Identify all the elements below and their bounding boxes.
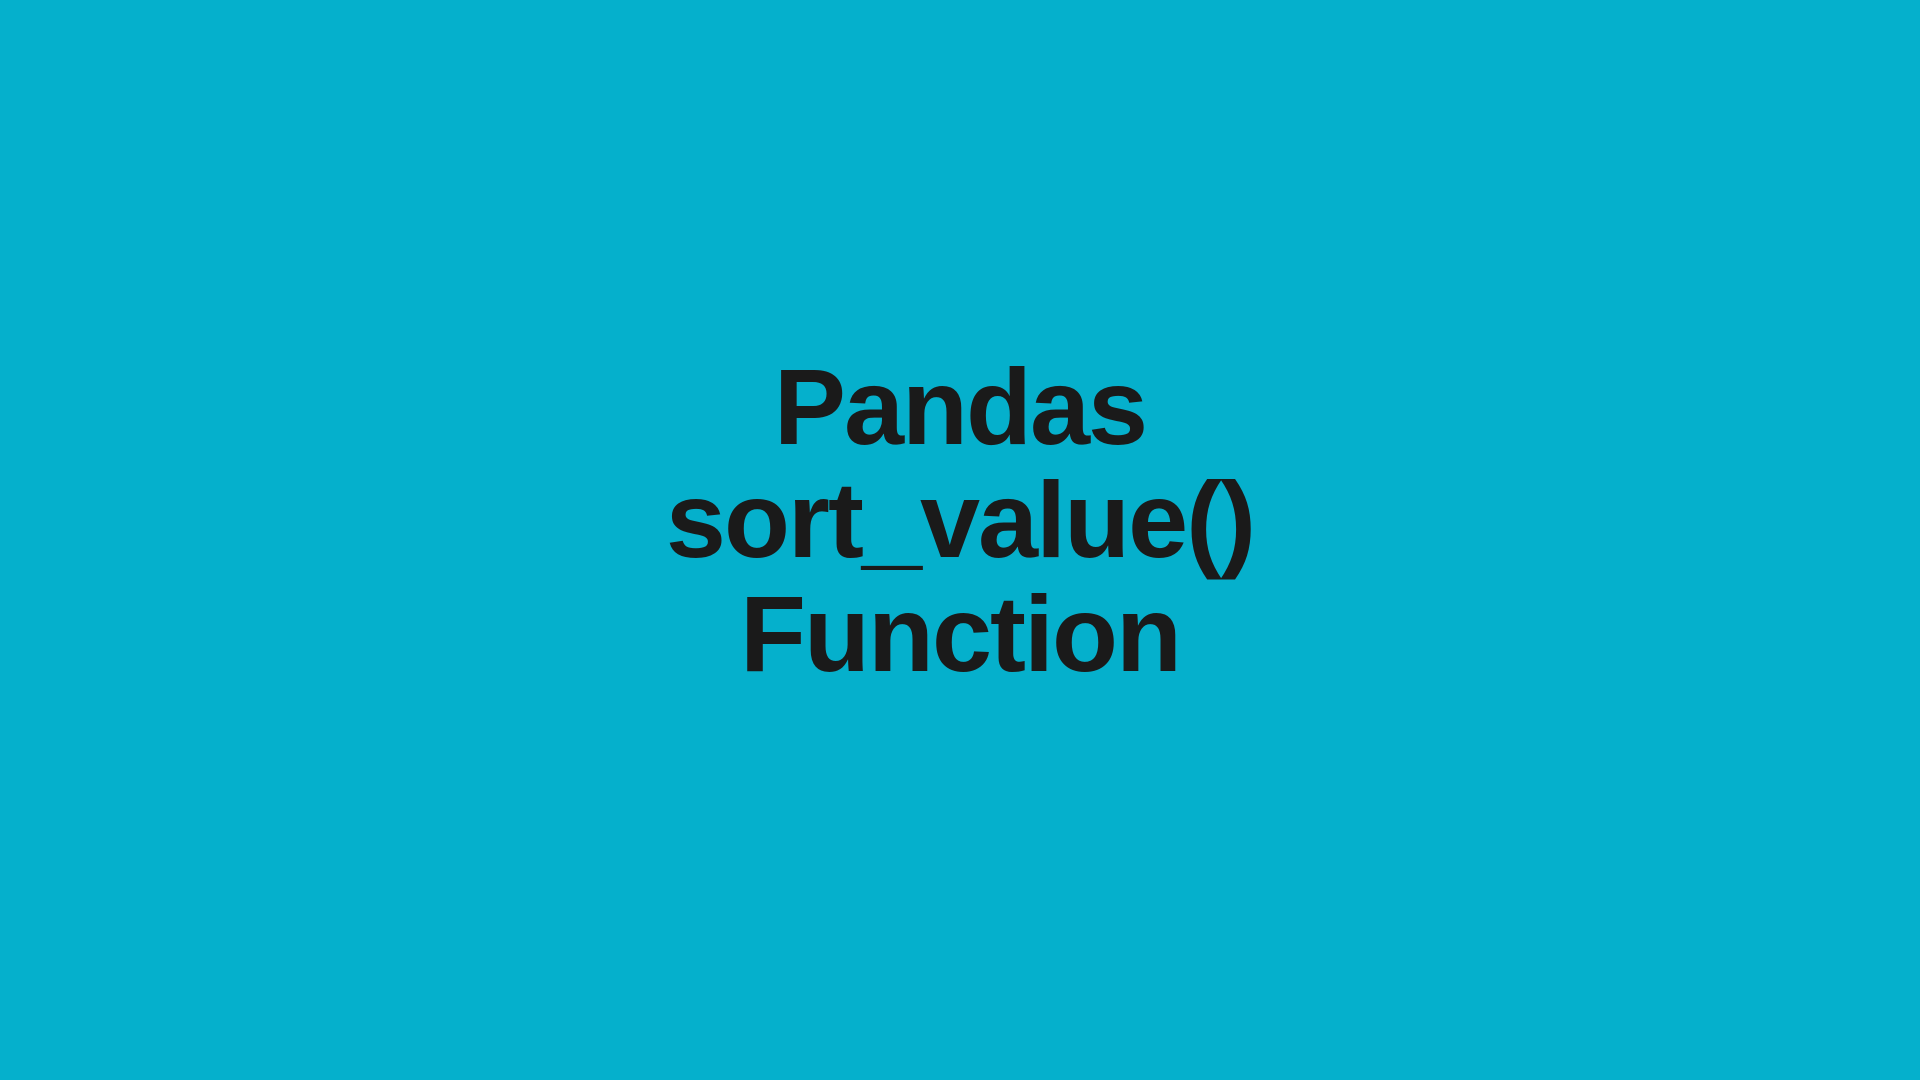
title-line-1: Pandas	[774, 346, 1146, 467]
title-line-3: Function	[740, 573, 1180, 694]
title-heading: Pandas sort_value() Function	[666, 350, 1254, 690]
title-line-2: sort_value()	[666, 459, 1254, 580]
